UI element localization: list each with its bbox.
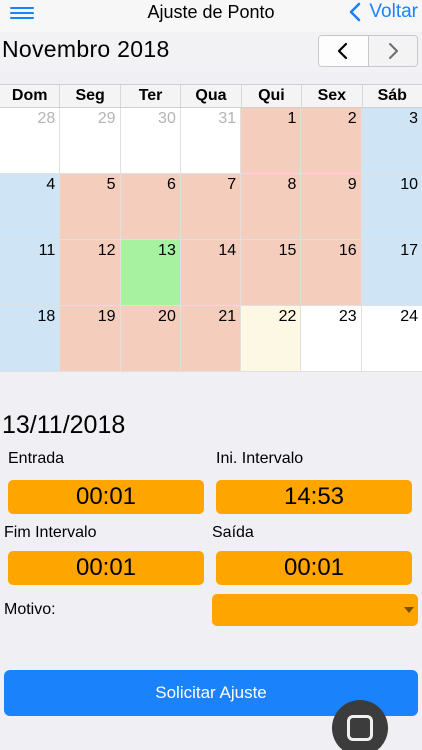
calendar-day-number: 9 (347, 176, 357, 193)
chevron-right-icon (388, 43, 398, 59)
weekday-label: Sáb (377, 87, 407, 104)
next-month-button[interactable] (368, 36, 417, 66)
chevron-left-icon (338, 42, 348, 60)
calendar-day-cell[interactable]: 13 (120, 240, 181, 306)
fim-intervalo-label: Fim Intervalo (4, 524, 97, 541)
back-button[interactable]: Voltar (345, 0, 418, 24)
square-icon (347, 715, 373, 741)
calendar-day-number: 21 (218, 308, 237, 325)
calendar-day-cell[interactable]: 4 (0, 174, 61, 240)
month-navigation (318, 35, 418, 67)
calendar-day-number: 8 (287, 176, 297, 193)
calendar-day-cell[interactable]: 10 (361, 174, 422, 240)
back-label: Voltar (369, 1, 418, 22)
calendar-day-cell[interactable]: 5 (60, 174, 121, 240)
motivo-label: Motivo: (4, 601, 56, 618)
previous-month-button[interactable] (319, 36, 369, 66)
calendar-day-cell[interactable]: 12 (60, 240, 121, 306)
calendar-day-number: 10 (400, 176, 418, 193)
calendar-day-cell[interactable]: 28 (0, 108, 61, 174)
calendar: Dom Seg Ter Qua Qui Sex Sáb 28 29 30 31 1 2 3 4… (0, 84, 422, 372)
calendar-day-cell[interactable]: 6 (120, 174, 181, 240)
calendar-day-number: 18 (37, 308, 56, 325)
calendar-day-cell[interactable]: 8 (241, 174, 302, 240)
saida-time-field[interactable]: 00:01 (216, 551, 412, 585)
calendar-day-cell[interactable]: 31 (180, 108, 242, 174)
calendar-day-number: 29 (97, 110, 116, 127)
calendar-day-number: 11 (38, 242, 56, 259)
fim-intervalo-time-field[interactable]: 00:01 (8, 551, 204, 585)
motivo-select[interactable] (212, 594, 418, 626)
dropdown-caret-icon (404, 607, 414, 613)
calendar-day-number: 1 (287, 110, 297, 127)
calendar-day-cell[interactable]: 19 (60, 306, 121, 372)
calendar-day-cell[interactable]: 18 (0, 306, 61, 372)
calendar-day-cell[interactable]: 29 (60, 108, 121, 174)
calendar-day-cell[interactable]: 14 (180, 240, 242, 306)
calendar-day-number: 20 (158, 308, 176, 325)
calendar-day-cell[interactable]: 7 (180, 174, 242, 240)
calendar-day-number: 12 (97, 242, 116, 259)
ini-intervalo-label: Ini. Intervalo (216, 450, 304, 467)
calendar-day-cell[interactable]: 21 (180, 306, 242, 372)
calendar-day-number: 3 (409, 110, 418, 127)
calendar-day-cell[interactable]: 17 (361, 240, 422, 306)
calendar-day-number: 28 (37, 110, 56, 127)
calendar-day-number: 30 (158, 110, 176, 127)
calendar-day-number: 19 (97, 308, 116, 325)
calendar-day-cell[interactable]: 20 (120, 306, 181, 372)
calendar-day-number: 14 (218, 242, 237, 259)
month-title: Novembro 2018 (2, 36, 170, 62)
calendar-day-number: 16 (338, 242, 357, 259)
calendar-day-number: 24 (400, 308, 418, 325)
calendar-day-cell[interactable]: 1 (241, 108, 302, 174)
weekday-header: Dom Seg Ter Qua Qui Sex Sáb (0, 84, 422, 108)
calendar-day-cell[interactable]: 23 (301, 306, 362, 372)
calendar-day-number: 2 (347, 110, 357, 127)
calendar-day-cell[interactable]: 3 (361, 108, 422, 174)
weekday-label: Sex (302, 85, 363, 107)
month-header: Novembro 2018 (0, 32, 422, 72)
calendar-day-number: 5 (106, 176, 116, 193)
weekday-label: Seg (60, 85, 121, 107)
calendar-day-number: 31 (218, 110, 237, 127)
weekday-label: Qua (181, 85, 242, 107)
calendar-day-cell[interactable]: 11 (0, 240, 61, 306)
calendar-day-number: 13 (158, 242, 176, 259)
calendar-day-number: 7 (227, 176, 237, 193)
weekday-label: Qui (242, 85, 303, 107)
saida-label: Saída (212, 524, 254, 541)
entrada-label: Entrada (8, 450, 65, 467)
entrada-time-field[interactable]: 00:01 (8, 480, 204, 514)
calendar-day-number: 17 (400, 242, 418, 259)
calendar-day-cell[interactable]: 2 (301, 108, 362, 174)
calendar-day-cell[interactable]: 22 (241, 306, 302, 372)
calendar-day-cell[interactable]: 24 (361, 306, 422, 372)
navigation-bar: Ajuste de Ponto Voltar (0, 0, 422, 32)
calendar-day-number: 23 (338, 308, 357, 325)
weekday-label: Ter (121, 85, 182, 107)
ini-intervalo-time-field[interactable]: 14:53 (216, 480, 412, 514)
calendar-day-number: 6 (166, 176, 176, 193)
calendar-grid: 28 29 30 31 1 2 3 4 5 6 7 8 9 10 11 12 13 14 15 16 17 18 19 20 2… (0, 108, 422, 372)
selected-date: 13/11/2018 (2, 411, 126, 439)
calendar-day-cell[interactable]: 16 (301, 240, 362, 306)
chevron-left-icon (350, 2, 361, 22)
calendar-day-cell[interactable]: 30 (120, 108, 181, 174)
calendar-day-cell[interactable]: 15 (241, 240, 302, 306)
floating-action-button[interactable] (332, 700, 388, 750)
calendar-day-number: 4 (46, 176, 56, 193)
calendar-day-number: 22 (278, 308, 297, 325)
calendar-day-cell[interactable]: 9 (301, 174, 362, 240)
weekday-label: Dom (0, 85, 61, 107)
calendar-day-number: 15 (278, 242, 297, 259)
